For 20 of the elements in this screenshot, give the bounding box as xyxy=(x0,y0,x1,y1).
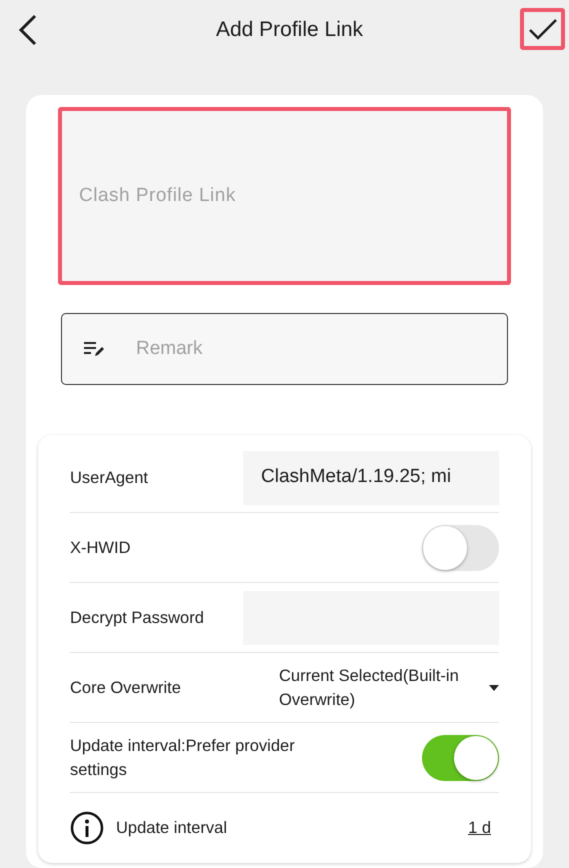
setting-label: Update interval xyxy=(116,818,227,839)
setting-label: Update interval:Prefer provider settings xyxy=(70,736,296,780)
remark-field[interactable]: Remark xyxy=(61,313,508,385)
confirm-button[interactable] xyxy=(520,8,565,50)
dropdown[interactable]: Current Selected(Built-in Overwrite) xyxy=(279,664,499,712)
profile-link-field[interactable]: Clash Profile Link xyxy=(58,107,511,285)
back-icon xyxy=(18,14,38,46)
setting-label: UserAgent xyxy=(70,468,149,488)
info-icon xyxy=(70,811,104,845)
setting-label: Decrypt Password xyxy=(70,608,205,628)
interval-link[interactable]: 1 d xyxy=(468,816,491,840)
setting-label: Core Overwrite xyxy=(70,678,181,698)
check-icon xyxy=(528,17,558,41)
text-field[interactable]: ClashMeta/1.19.25; mi xyxy=(243,450,499,504)
toggle-switch[interactable] xyxy=(422,734,499,780)
setting-label: X-HWID xyxy=(70,538,132,558)
dropdown-arrow-icon xyxy=(489,684,499,690)
notes-edit-icon xyxy=(83,341,105,357)
page-title: Add Profile Link xyxy=(214,17,364,44)
toggle-switch[interactable] xyxy=(422,524,499,570)
